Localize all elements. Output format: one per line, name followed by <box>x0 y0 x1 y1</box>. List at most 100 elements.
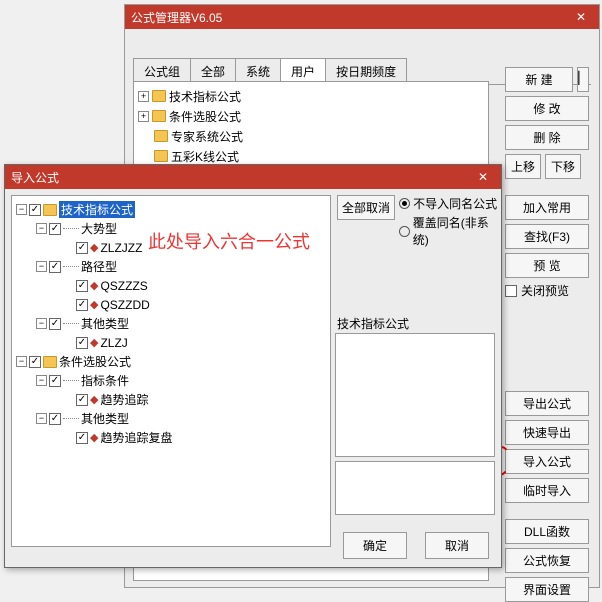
diamond-icon: ◆ <box>90 298 98 311</box>
preview-button[interactable]: 预 览 <box>505 253 589 278</box>
tree-label: 技术指标公式 <box>169 88 241 105</box>
folder-icon <box>43 356 57 368</box>
import-button[interactable]: 导入公式 <box>505 449 589 474</box>
tree-item[interactable]: ◆ZLZJ <box>76 333 326 352</box>
checkbox-icon[interactable] <box>76 394 88 406</box>
checkbox-icon[interactable] <box>76 432 88 444</box>
quick-export-button[interactable]: 快速导出 <box>505 420 589 445</box>
checkbox-icon[interactable] <box>29 356 41 368</box>
temp-import-button[interactable]: 临时导入 <box>505 478 589 503</box>
checkbox-icon[interactable] <box>76 299 88 311</box>
tree-label: ZLZJZZ <box>100 241 142 255</box>
checkbox-icon[interactable] <box>76 280 88 292</box>
tree-item[interactable]: − 路径型 <box>36 257 326 276</box>
new-button[interactable]: 新 建 <box>505 67 573 92</box>
move-down-button[interactable]: 下移 <box>545 154 581 179</box>
import-mode-radio-group: 不导入同名公式 覆盖同名(非系统) <box>399 195 501 248</box>
checkbox-icon[interactable] <box>29 204 41 216</box>
radio-skip-same[interactable]: 不导入同名公式 <box>399 195 501 212</box>
delete-button[interactable]: 删 除 <box>505 125 589 150</box>
side-buttons: 新 建 ▏ 修 改 删 除 上移 下移 加入常用 查找(F3) 预 览 关闭预览… <box>505 67 589 602</box>
tree-label: ZLZJ <box>100 336 127 350</box>
tree-item[interactable]: −指标条件 <box>36 371 326 390</box>
tree-label: 五彩K线公式 <box>171 148 239 165</box>
tree-item[interactable]: ◆趋势追踪复盘 <box>76 428 326 447</box>
restore-button[interactable]: 公式恢复 <box>505 548 589 573</box>
checkbox-icon[interactable] <box>76 337 88 349</box>
checkbox-icon[interactable] <box>49 413 61 425</box>
expand-icon[interactable]: + <box>138 91 149 102</box>
cancel-all-button[interactable]: 全部取消 <box>337 195 395 220</box>
tree-item[interactable]: −其他类型 <box>36 409 326 428</box>
new-dropdown-button[interactable]: ▏ <box>577 67 589 92</box>
folder-icon <box>152 90 166 102</box>
import-dialog: 导入公式 ✕ −技术指标公式 −大势型 ◆ZLZJZZ −路径型 ◆QSZZZS… <box>4 164 502 568</box>
checkbox-icon[interactable] <box>49 375 61 387</box>
checkbox-label: 关闭预览 <box>521 282 569 299</box>
collapse-icon[interactable]: − <box>36 318 47 329</box>
tree-label: QSZZZS <box>100 279 147 293</box>
collapse-icon[interactable]: − <box>36 223 47 234</box>
radio-label: 覆盖同名(非系统) <box>413 214 501 248</box>
checkbox-icon[interactable] <box>49 223 61 235</box>
tree-label: 路径型 <box>81 258 117 275</box>
dll-button[interactable]: DLL函数 <box>505 519 589 544</box>
collapse-icon[interactable]: − <box>16 356 27 367</box>
radio-label: 不导入同名公式 <box>413 195 497 212</box>
preview-label: 技术指标公式 <box>337 315 409 332</box>
tree-item[interactable]: ◆QSZZDD <box>76 295 326 314</box>
tree-item[interactable]: − 其他类型 <box>36 314 326 333</box>
ui-setting-button[interactable]: 界面设置 <box>505 577 589 602</box>
tree-item[interactable]: −条件选股公式 <box>16 352 326 371</box>
dialog-titlebar[interactable]: 导入公式 ✕ <box>5 165 501 189</box>
find-button[interactable]: 查找(F3) <box>505 224 589 249</box>
add-common-button[interactable]: 加入常用 <box>505 195 589 220</box>
radio-icon <box>399 226 410 237</box>
checkbox-icon[interactable] <box>49 261 61 273</box>
radio-overwrite[interactable]: 覆盖同名(非系统) <box>399 214 501 248</box>
expand-icon[interactable]: + <box>138 111 149 122</box>
radio-icon <box>399 198 410 209</box>
close-icon[interactable]: ✕ <box>569 10 593 24</box>
tree-label: 趋势追踪复盘 <box>100 429 172 446</box>
ok-button[interactable]: 确定 <box>343 532 407 559</box>
tree-label: 专家系统公式 <box>171 128 243 145</box>
tree-item[interactable]: −技术指标公式 <box>16 200 326 219</box>
checkbox-icon <box>505 285 517 297</box>
tree-item[interactable]: ◆ZLZJZZ <box>76 238 326 257</box>
collapse-icon[interactable]: − <box>16 204 27 215</box>
checkbox-icon[interactable] <box>49 318 61 330</box>
tree-item[interactable]: + 技术指标公式 <box>138 86 484 106</box>
folder-icon <box>43 204 57 216</box>
main-titlebar[interactable]: 公式管理器V6.05 ✕ <box>125 5 599 29</box>
close-icon[interactable]: ✕ <box>471 170 495 184</box>
diamond-icon: ◆ <box>90 431 98 444</box>
move-up-button[interactable]: 上移 <box>505 154 541 179</box>
modify-button[interactable]: 修 改 <box>505 96 589 121</box>
collapse-icon[interactable]: − <box>36 261 47 272</box>
tree-label: 条件选股公式 <box>169 108 241 125</box>
tree-label: 其他类型 <box>81 315 129 332</box>
tree-item[interactable]: 专家系统公式 <box>138 126 484 146</box>
folder-icon <box>154 150 168 162</box>
tree-label: 趋势追踪 <box>100 391 148 408</box>
cancel-button[interactable]: 取消 <box>425 532 489 559</box>
collapse-icon[interactable]: − <box>36 375 47 386</box>
tree-item[interactable]: 五彩K线公式 <box>138 146 484 166</box>
tree-label: 大势型 <box>81 220 117 237</box>
main-title: 公式管理器V6.05 <box>131 9 569 26</box>
diamond-icon: ◆ <box>90 279 98 292</box>
checkbox-icon[interactable] <box>76 242 88 254</box>
tree-item[interactable]: + 条件选股公式 <box>138 106 484 126</box>
dialog-title: 导入公式 <box>11 169 471 186</box>
tree-item[interactable]: ◆QSZZZS <box>76 276 326 295</box>
collapse-icon[interactable]: − <box>36 413 47 424</box>
diamond-icon: ◆ <box>90 241 98 254</box>
folder-icon <box>152 110 166 122</box>
tree-item[interactable]: ◆趋势追踪 <box>76 390 326 409</box>
import-tree[interactable]: −技术指标公式 −大势型 ◆ZLZJZZ −路径型 ◆QSZZZS ◆QSZZD… <box>11 195 331 547</box>
export-button[interactable]: 导出公式 <box>505 391 589 416</box>
preview-box-2 <box>335 461 495 515</box>
close-preview-checkbox[interactable]: 关闭预览 <box>505 282 589 299</box>
tree-item[interactable]: − 大势型 <box>36 219 326 238</box>
